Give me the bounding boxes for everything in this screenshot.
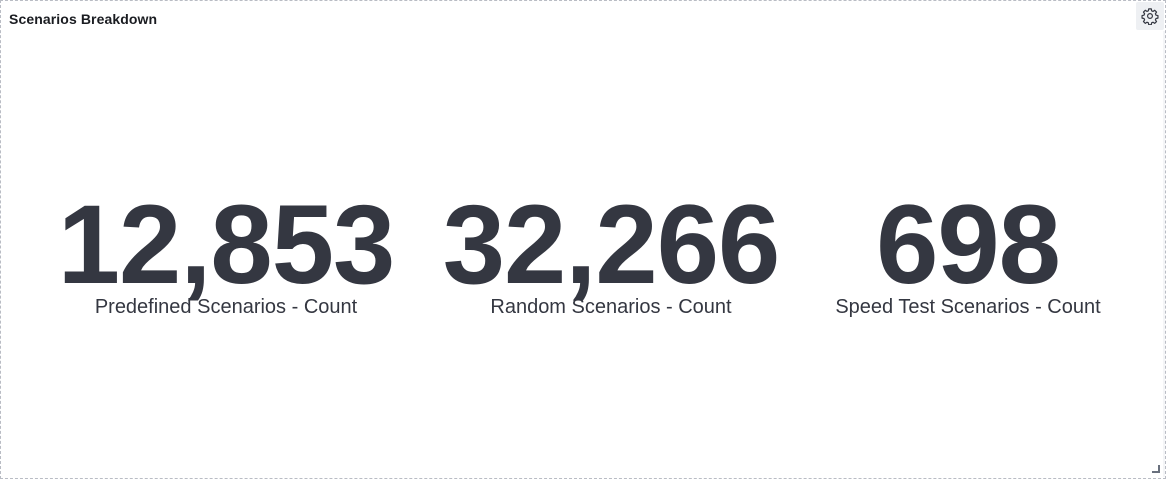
metric-value: 32,266 (442, 182, 781, 307)
resize-handle-icon[interactable] (1152, 465, 1160, 473)
panel-title: Scenarios Breakdown (9, 11, 158, 27)
metric-speed-test-scenarios: 698 Speed Test Scenarios - Count (788, 182, 1148, 319)
metric-predefined-scenarios: 12,853 Predefined Scenarios - Count (46, 182, 406, 319)
metric-value: 698 (876, 182, 1061, 307)
metric-value: 12,853 (57, 182, 396, 307)
gear-icon (1141, 8, 1159, 25)
metric-label: Speed Test Scenarios - Count (835, 296, 1101, 318)
metric-label: Predefined Scenarios - Count (94, 296, 358, 318)
panel-scrollbar[interactable] (1163, 31, 1165, 477)
visualization-panel: Scenarios Breakdown 12,853 Predefined Sc… (0, 0, 1166, 479)
panel-options-button[interactable] (1136, 2, 1164, 30)
metric-random-scenarios: 32,266 Random Scenarios - Count (431, 182, 791, 319)
